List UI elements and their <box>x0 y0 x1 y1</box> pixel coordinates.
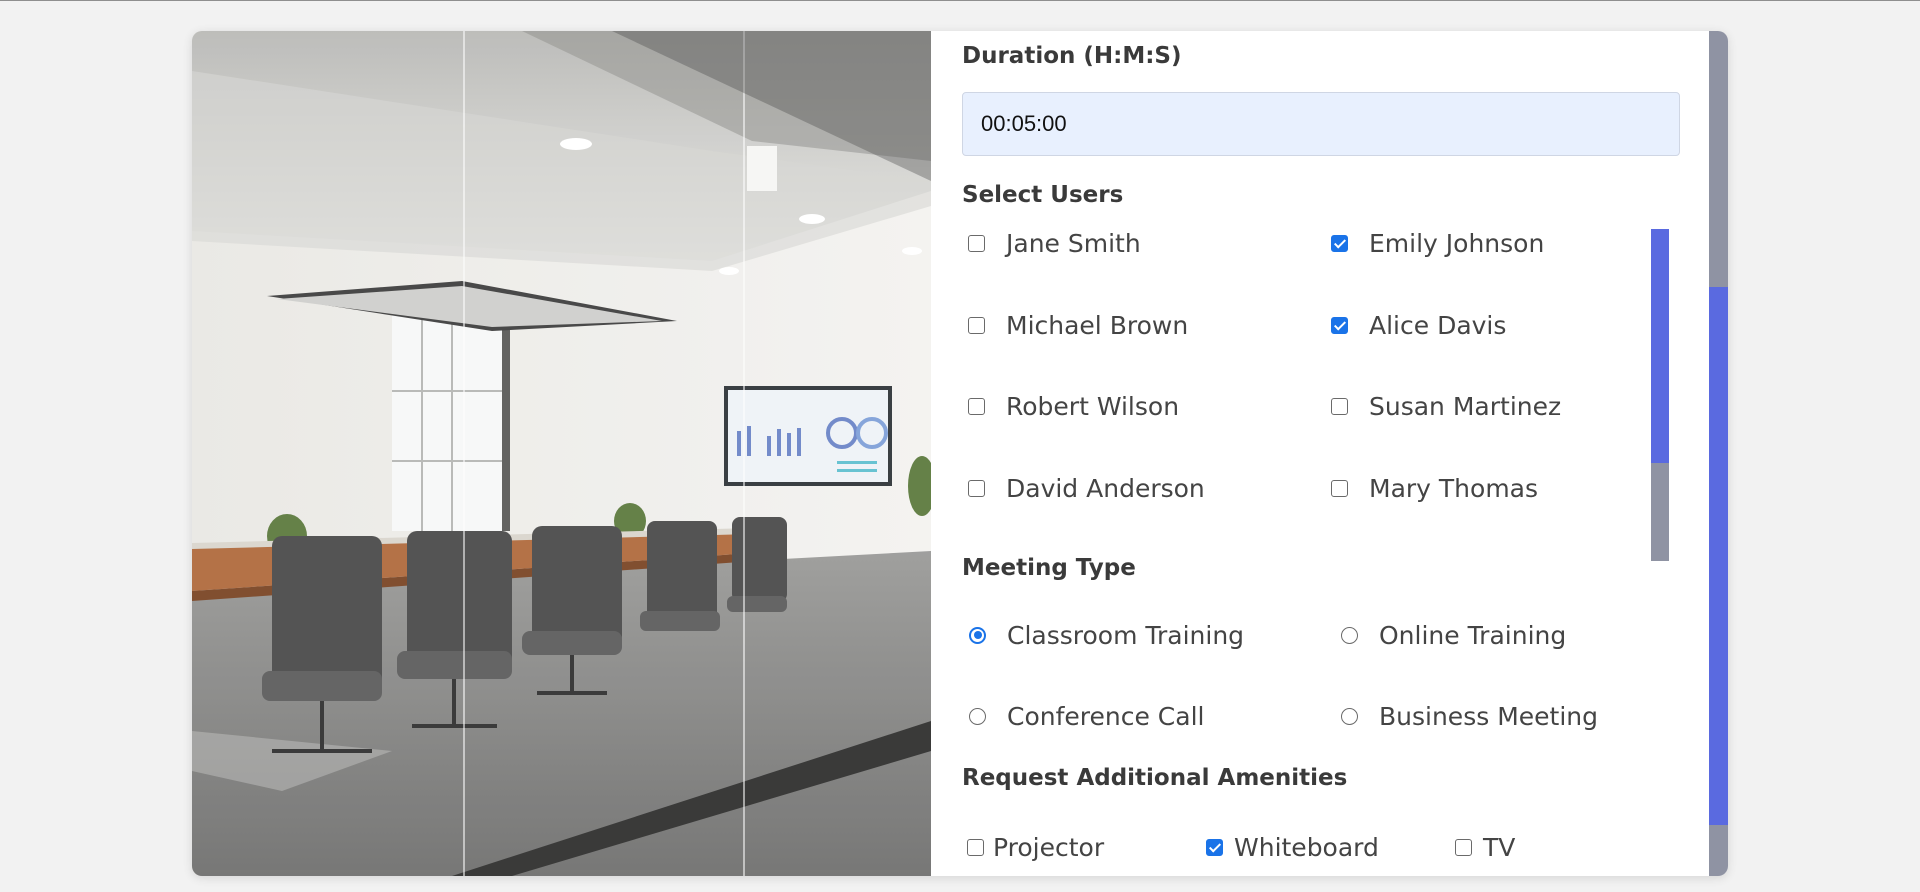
user-name: Robert Wilson <box>1006 391 1180 421</box>
checkbox-icon[interactable] <box>1331 479 1348 497</box>
user-checkbox-robert-wilson[interactable]: Robert Wilson <box>968 390 1179 422</box>
checkbox-checked-icon[interactable] <box>1331 316 1348 334</box>
option-label: TV <box>1483 832 1516 862</box>
meeting-type-label: Meeting Type <box>962 555 1136 581</box>
user-checkbox-jane-smith[interactable]: Jane Smith <box>968 227 1141 259</box>
user-name: Emily Johnson <box>1369 228 1545 258</box>
booking-form: Duration (H:M:S) 00:05:00 Select Users J… <box>931 31 1709 876</box>
option-label: Projector <box>993 832 1105 862</box>
checkbox-icon[interactable] <box>968 479 985 497</box>
checkbox-checked-icon[interactable] <box>1206 838 1223 856</box>
checkbox-icon[interactable] <box>968 397 985 415</box>
user-checkbox-alice-davis[interactable]: Alice Davis <box>1331 309 1506 341</box>
user-name: David Anderson <box>1006 473 1205 503</box>
option-label: Classroom Training <box>1007 620 1245 650</box>
checkbox-icon[interactable] <box>968 316 985 334</box>
top-border <box>0 0 1920 1</box>
checkbox-icon[interactable] <box>1331 397 1348 415</box>
user-list-scrollbar-thumb[interactable] <box>1651 229 1669 463</box>
option-label: Online Training <box>1379 620 1567 650</box>
meeting-type-conference-call[interactable]: Conference Call <box>969 700 1204 732</box>
user-name: Susan Martinez <box>1369 391 1562 421</box>
user-checkbox-emily-johnson[interactable]: Emily Johnson <box>1331 227 1544 259</box>
radio-icon[interactable] <box>969 707 986 725</box>
user-name: Michael Brown <box>1006 310 1189 340</box>
form-scrollbar-thumb[interactable] <box>1709 287 1728 825</box>
user-name: Alice Davis <box>1369 310 1507 340</box>
amenity-projector[interactable]: Projector <box>967 831 1104 863</box>
radio-icon[interactable] <box>1341 707 1358 725</box>
user-name: Mary Thomas <box>1369 473 1539 503</box>
amenity-whiteboard[interactable]: Whiteboard <box>1206 831 1379 863</box>
conference-room-image <box>192 31 931 876</box>
radio-selected-icon[interactable] <box>969 626 986 644</box>
checkbox-icon[interactable] <box>1455 838 1472 856</box>
checkbox-icon[interactable] <box>967 838 984 856</box>
checkbox-checked-icon[interactable] <box>1331 234 1348 252</box>
duration-input[interactable]: 00:05:00 <box>962 92 1680 156</box>
radio-icon[interactable] <box>1341 626 1358 644</box>
meeting-type-classroom-training[interactable]: Classroom Training <box>969 619 1244 651</box>
option-label: Conference Call <box>1007 701 1205 731</box>
user-checkbox-susan-martinez[interactable]: Susan Martinez <box>1331 390 1561 422</box>
select-users-label: Select Users <box>962 182 1124 208</box>
meeting-type-business-meeting[interactable]: Business Meeting <box>1341 700 1598 732</box>
user-checkbox-mary-thomas[interactable]: Mary Thomas <box>1331 472 1538 504</box>
duration-label: Duration (H:M:S) <box>962 43 1182 69</box>
option-label: Business Meeting <box>1379 701 1598 731</box>
amenity-tv[interactable]: TV <box>1455 831 1515 863</box>
option-label: Whiteboard <box>1234 832 1379 862</box>
user-list[interactable]: Jane Smith Emily Johnson Michael Brown A… <box>962 227 1680 561</box>
user-name: Jane Smith <box>1006 228 1141 258</box>
booking-card: Duration (H:M:S) 00:05:00 Select Users J… <box>192 31 1728 876</box>
amenities-label: Request Additional Amenities <box>962 765 1348 791</box>
meeting-type-online-training[interactable]: Online Training <box>1341 619 1566 651</box>
user-checkbox-michael-brown[interactable]: Michael Brown <box>968 309 1188 341</box>
checkbox-icon[interactable] <box>968 234 985 252</box>
user-checkbox-david-anderson[interactable]: David Anderson <box>968 472 1205 504</box>
